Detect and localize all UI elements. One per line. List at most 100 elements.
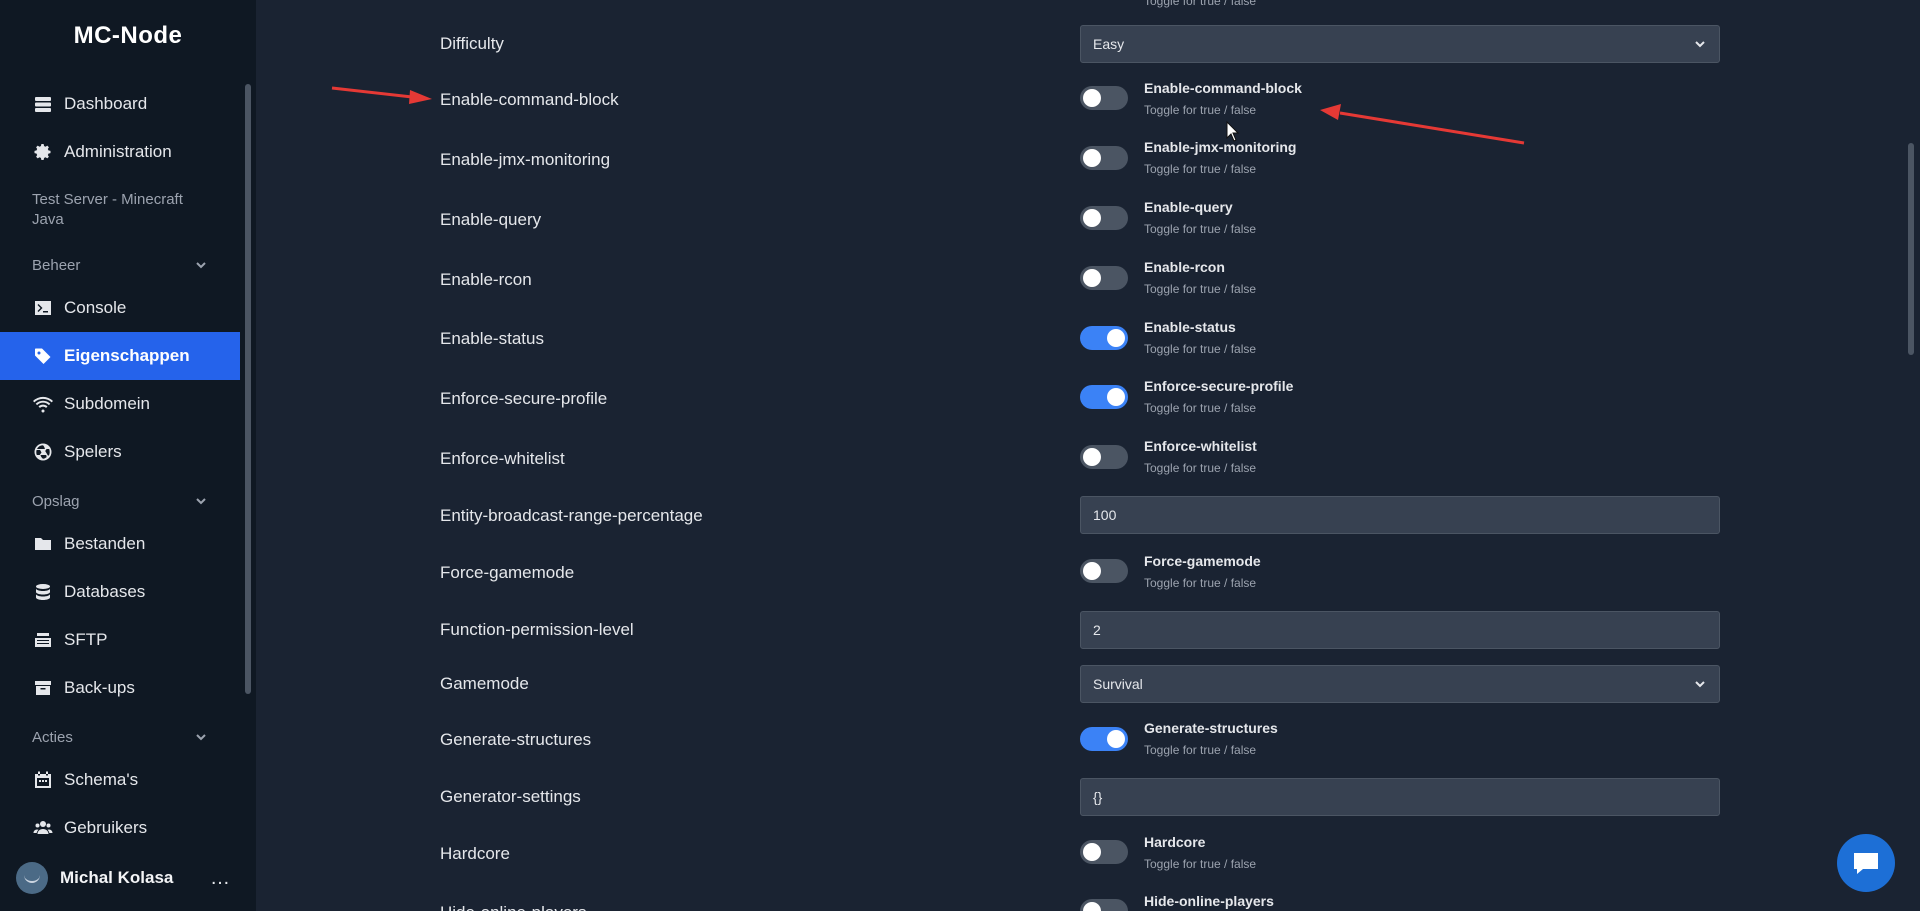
toggle-desc: Toggle for true / false: [1144, 282, 1257, 296]
sidebar-item-sftp[interactable]: SFTP: [0, 616, 240, 664]
label-gamemode: Gamemode: [440, 674, 529, 693]
section-opslag[interactable]: Opslag: [32, 490, 208, 512]
sidebar-item-label: Console: [64, 298, 127, 317]
chevron-down-icon: [1695, 41, 1705, 48]
sidebar-item-backups[interactable]: Back-ups: [0, 664, 240, 712]
sidebar-item-label: Eigenschappen: [64, 346, 190, 365]
toggle-desc: Toggle for true / false: [1144, 103, 1257, 117]
globe-icon: [32, 441, 54, 463]
sidebar-item-label: Gebruikers: [64, 818, 148, 837]
sidebar-item-gebruikers[interactable]: Gebruikers: [0, 804, 240, 852]
force-gamemode-toggle[interactable]: [1080, 559, 1128, 583]
toggle-title: Enable-jmx-monitoring: [1144, 139, 1297, 155]
sidebar-item-spelers[interactable]: Spelers: [0, 428, 240, 476]
archive-icon: [32, 677, 54, 699]
enable-command-block-toggle[interactable]: [1080, 86, 1128, 110]
generator-settings-input[interactable]: [1080, 778, 1720, 816]
label-enforce-whitelist: Enforce-whitelist: [440, 449, 565, 468]
main-scrollbar[interactable]: [1908, 143, 1914, 355]
sidebar-item-label: SFTP: [64, 630, 108, 649]
sidebar-item-label: Dashboard: [64, 94, 148, 113]
enforce-whitelist-toggle[interactable]: [1080, 445, 1128, 469]
label-generator-settings: Generator-settings: [440, 787, 581, 806]
hardcore-toggle[interactable]: [1080, 840, 1128, 864]
sidebar: MC-Node Dashboard Administration Test Se…: [0, 0, 256, 911]
user-menu[interactable]: Michal Kolasa …: [0, 858, 256, 898]
sidebar-item-label: Databases: [64, 582, 146, 601]
sidebar-item-databases[interactable]: Databases: [0, 568, 240, 616]
label-enable-command-block: Enable-command-block: [440, 90, 619, 109]
enable-rcon-toggle[interactable]: [1080, 266, 1128, 290]
section-acties[interactable]: Acties: [32, 726, 208, 748]
enforce-secure-profile-toggle[interactable]: [1080, 385, 1128, 409]
label-enforce-secure-profile: Enforce-secure-profile: [440, 389, 608, 408]
entity-broadcast-range-percentage-input[interactable]: [1080, 496, 1720, 534]
sidebar-item-administration[interactable]: Administration: [0, 128, 240, 176]
sidebar-item-console[interactable]: Console: [0, 284, 240, 332]
sidebar-item-eigenschappen[interactable]: Eigenschappen: [0, 332, 240, 380]
toggle-desc: Toggle for true / false: [1144, 857, 1257, 871]
label-enable-rcon: Enable-rcon: [440, 270, 532, 289]
function-permission-level-input[interactable]: [1080, 611, 1720, 649]
enable-query-toggle[interactable]: [1080, 206, 1128, 230]
gamemode-select[interactable]: Survival: [1080, 665, 1720, 703]
wifi-icon: [32, 393, 54, 415]
sidebar-item-dashboard[interactable]: Dashboard: [0, 80, 240, 128]
folder-icon: [32, 533, 54, 555]
label-force-gamemode: Force-gamemode: [440, 563, 575, 582]
section-label: Beheer: [32, 256, 81, 274]
toggle-desc: Toggle for true / false: [1144, 401, 1257, 415]
label-hardcore: Hardcore: [440, 844, 510, 863]
toggle-title: Generate-structures: [1144, 720, 1278, 736]
sidebar-item-label: Schema's: [64, 770, 139, 789]
more-options-button[interactable]: …: [210, 867, 231, 890]
chevron-down-icon: [196, 498, 206, 505]
avatar: [16, 862, 48, 894]
enable-status-toggle[interactable]: [1080, 326, 1128, 350]
chat-button[interactable]: [1837, 834, 1895, 892]
label-hide-online-players: Hide-online-players: [440, 903, 586, 911]
toggle-desc: Toggle for true / false: [1144, 162, 1257, 176]
hdd-icon: [32, 629, 54, 651]
sidebar-item-label: Administration: [64, 142, 172, 161]
label-difficulty: Difficulty: [440, 34, 504, 53]
toggle-title: Hide-online-players: [1144, 893, 1274, 909]
section-beheer[interactable]: Beheer: [32, 254, 208, 276]
label-enable-query: Enable-query: [440, 210, 542, 229]
toggle-title: Hardcore: [1144, 834, 1206, 850]
toggle-desc: Toggle for true / false: [1144, 461, 1257, 475]
toggle-desc: Toggle for true / false: [1144, 342, 1257, 356]
hide-online-players-toggle[interactable]: [1080, 899, 1128, 911]
toggle-hint: Toggle for true / false: [1144, 0, 1257, 8]
sidebar-scrollbar[interactable]: [245, 84, 251, 694]
toggle-desc: Toggle for true / false: [1144, 576, 1257, 590]
label-entity-broadcast-range-percentage: Entity-broadcast-range-percentage: [440, 506, 703, 525]
chat-icon: [1854, 853, 1878, 874]
sidebar-item-bestanden[interactable]: Bestanden: [0, 520, 240, 568]
terminal-icon: [32, 297, 54, 319]
generate-structures-toggle[interactable]: [1080, 727, 1128, 751]
brand-logo: MC-Node: [73, 22, 183, 49]
chevron-down-icon: [196, 734, 206, 741]
select-value: Easy: [1093, 36, 1125, 52]
user-name: Michal Kolasa: [60, 868, 174, 887]
chevron-down-icon: [196, 262, 206, 269]
enable-jmx-monitoring-toggle[interactable]: [1080, 146, 1128, 170]
difficulty-select[interactable]: Easy: [1080, 25, 1720, 63]
toggle-title: Enforce-whitelist: [1144, 438, 1257, 454]
chevron-down-icon: [1695, 681, 1705, 688]
sidebar-item-label: Subdomein: [64, 394, 151, 413]
properties-panel: Toggle for true / false Difficulty Easy …: [256, 0, 1920, 911]
tag-icon: [32, 345, 54, 367]
toggle-title: Enable-command-block: [1144, 80, 1302, 96]
sidebar-item-subdomein[interactable]: Subdomein: [0, 380, 240, 428]
sidebar-item-schemas[interactable]: Schema's: [0, 756, 240, 804]
toggle-desc: Toggle for true / false: [1144, 222, 1257, 236]
users-icon: [32, 817, 54, 839]
label-enable-status: Enable-status: [440, 329, 544, 348]
sidebar-item-label: Bestanden: [64, 534, 146, 553]
toggle-title: Enable-query: [1144, 199, 1233, 215]
gear-icon: [32, 141, 54, 163]
sidebar-item-label: Back-ups: [64, 678, 135, 697]
toggle-title: Enforce-secure-profile: [1144, 378, 1294, 394]
